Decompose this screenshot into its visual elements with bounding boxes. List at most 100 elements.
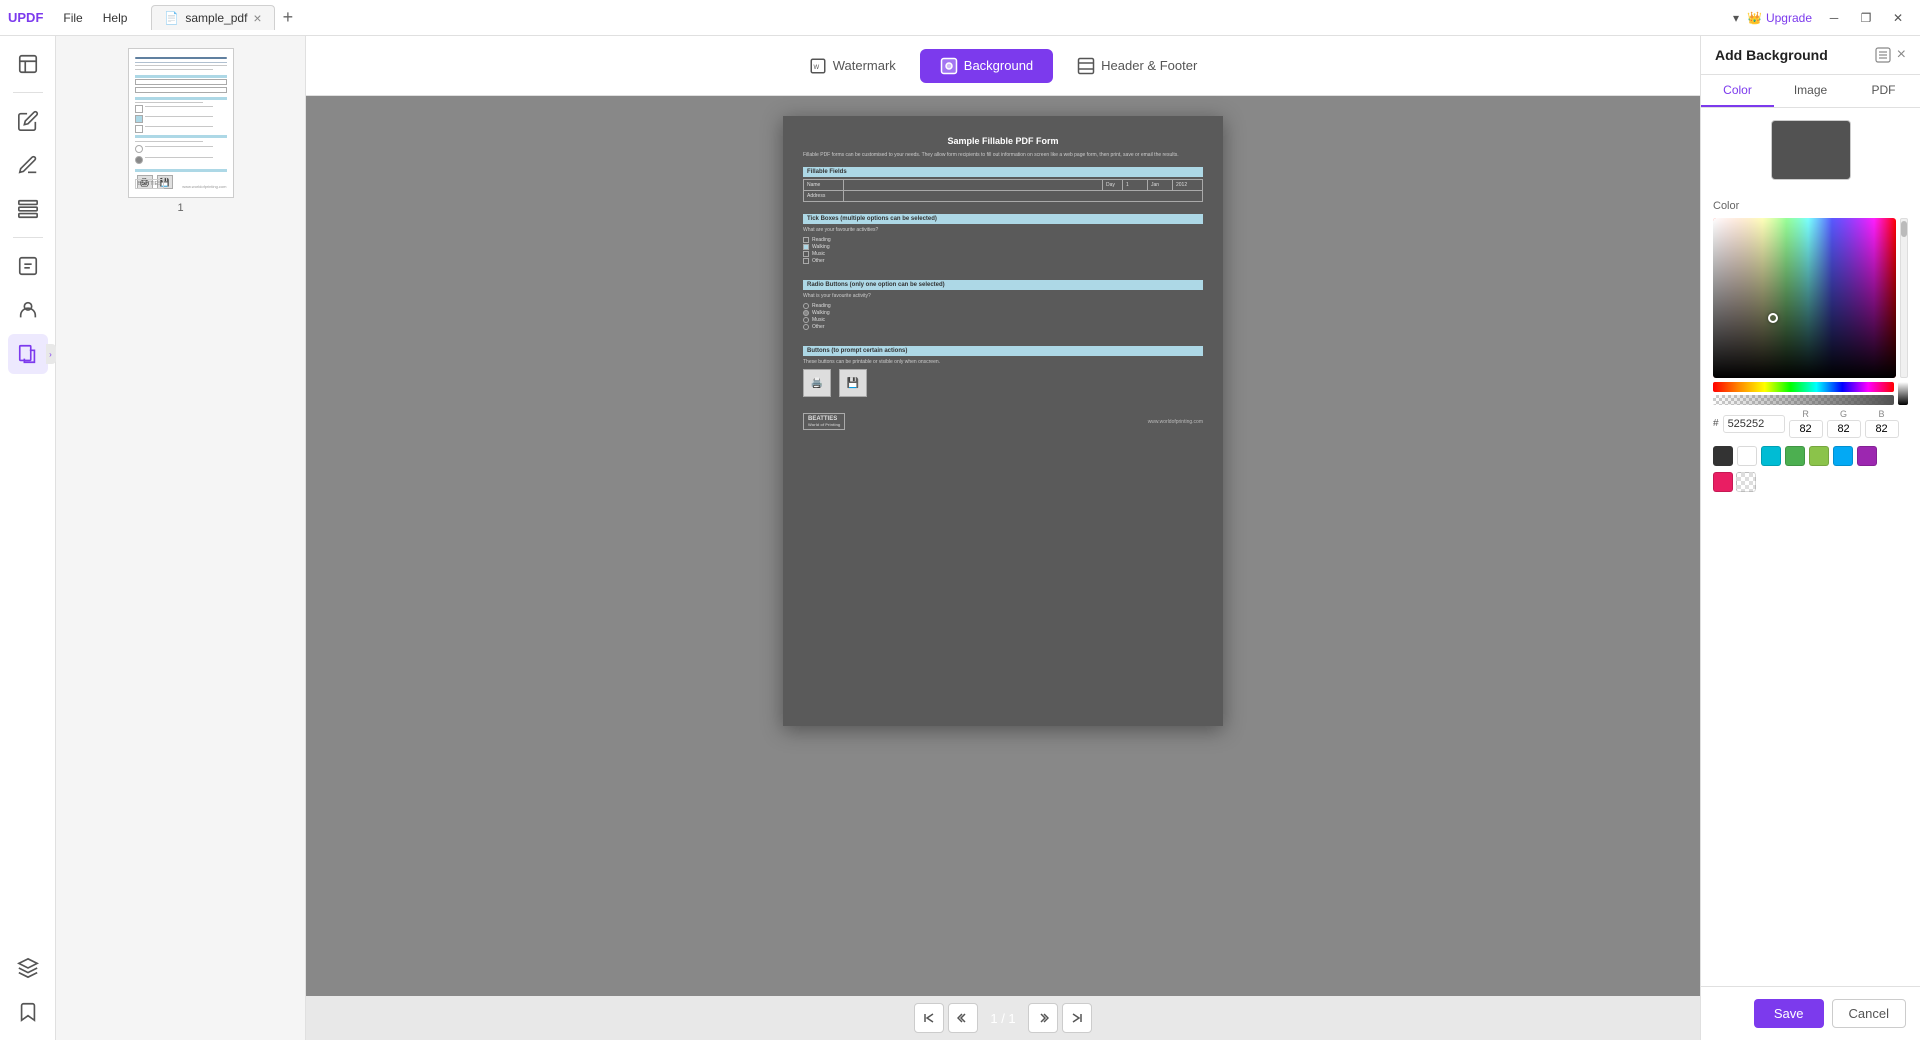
list-item: Walking [803,310,1203,316]
swatch-green[interactable] [1785,446,1805,466]
sidebar-icon-form[interactable] [8,246,48,286]
list-item: Other [803,258,1203,264]
new-tab-btn[interactable]: + [275,7,302,28]
tab-header-footer[interactable]: Header & Footer [1057,49,1217,83]
maximize-btn[interactable]: ❐ [1852,7,1880,29]
prev-fast-icon [957,1012,969,1024]
g-channel: G [1827,409,1861,438]
alpha-strip[interactable] [1713,395,1894,405]
swatch-purple[interactable] [1857,446,1877,466]
r-input[interactable] [1789,420,1823,438]
close-btn[interactable]: ✕ [1884,7,1912,29]
pdf-tick-question: What are your favourite activities? [803,227,1203,233]
panel-title: Add Background [1715,47,1828,63]
swatch-white[interactable] [1737,446,1757,466]
swatch-row-2 [1713,472,1908,492]
swatch-cyan[interactable] [1761,446,1781,466]
sidebar-icon-layers[interactable] [8,948,48,988]
menu-bar: File Help [55,9,135,27]
pdf-page: Sample Fillable PDF Form Fillable PDF fo… [783,116,1223,726]
thumbnail-page-number: 1 [177,202,183,214]
bw-strip[interactable] [1898,382,1908,405]
document-tab[interactable]: 📄 sample_pdf × [151,5,274,30]
next-fast-btn[interactable] [1028,1003,1058,1033]
radio-walking [803,310,809,316]
minimize-btn[interactable]: ─ [1820,7,1848,29]
radio-music [803,317,809,323]
sidebar-icon-annotate[interactable] [8,145,48,185]
upgrade-button[interactable]: 👑 Upgrade [1747,11,1812,25]
titlebar: UPDF File Help 📄 sample_pdf × + ▾ 👑 Upgr… [0,0,1920,36]
sidebar-icon-convert[interactable]: › [8,334,48,374]
sidebar-icon-edit[interactable] [8,101,48,141]
upgrade-icon: 👑 [1747,11,1762,25]
page-info: 1 / 1 [982,1011,1023,1026]
menu-help[interactable]: Help [95,9,136,27]
pdf-btn-group: 🖨️ 💾 [803,369,1203,397]
sidebar-icon-bookmark[interactable] [8,992,48,1032]
tab-watermark[interactable]: W Watermark [789,49,916,83]
sidebar-icon-stamp[interactable] [8,290,48,330]
sidebar-icon-pageview[interactable] [8,44,48,84]
right-panel: Add Background × Color Image PDF Color [1700,36,1920,1040]
tab-image[interactable]: Image [1774,75,1847,107]
list-item: Music [803,317,1203,323]
tab-background[interactable]: Background [920,49,1053,83]
pdf-check-list: Reading Walking Music Other [803,237,1203,264]
radio-other [803,324,809,330]
pdf-content: Sample Fillable PDF Form Fillable PDF fo… [803,136,1203,430]
pdf-logo: BEATTIES World of Printing [803,413,845,430]
titlebar-right: ▾ 👑 Upgrade ─ ❐ ✕ [1733,7,1912,29]
pdf-title: Sample Fillable PDF Form [803,136,1203,146]
swatch-lightgreen[interactable] [1809,446,1829,466]
pdf-print-btn: 🖨️ [803,369,831,397]
save-button[interactable]: Save [1754,999,1824,1028]
svg-text:W: W [813,65,819,71]
pdf-section-fillable: Fillable Fields [803,167,1203,177]
picker-cursor [1768,313,1778,323]
checkbox-music [803,251,809,257]
first-page-btn[interactable] [914,1003,944,1033]
thumbnail-panel: 🖨 💾 BEATTIES www.worldofprinting.com 1 [56,36,306,1040]
tab-pdf[interactable]: PDF [1847,75,1920,107]
panel-close-btn[interactable]: × [1897,46,1906,64]
swatch-dark[interactable] [1713,446,1733,466]
pagination-bar: 1 / 1 [306,996,1700,1040]
list-item: Other [803,324,1203,330]
swatch-row [1713,446,1908,466]
cancel-button[interactable]: Cancel [1832,999,1906,1028]
tab-color[interactable]: Color [1701,75,1774,107]
last-page-btn[interactable] [1062,1003,1092,1033]
sidebar-icon-organize[interactable] [8,189,48,229]
r-label: R [1802,409,1809,419]
watermark-icon: W [809,57,827,75]
list-item: Walking [803,244,1203,250]
hex-input[interactable] [1723,415,1785,433]
pdf-url: www.worldofprinting.com [1148,419,1203,425]
g-input[interactable] [1827,420,1861,438]
swatch-pink[interactable] [1713,472,1733,492]
thumbnail-img-1: 🖨 💾 BEATTIES www.worldofprinting.com [128,48,234,198]
swatch-blue[interactable] [1833,446,1853,466]
pdf-intro: Fillable PDF forms can be customised to … [803,152,1203,159]
top-toolbar: W Watermark Background Header & Footer [306,36,1700,96]
color-gradient-picker[interactable] [1713,218,1896,378]
pdf-section-radio: Radio Buttons (only one option can be se… [803,280,1203,290]
prev-fast-btn[interactable] [948,1003,978,1033]
list-item: Reading [803,237,1203,243]
picker-scrollbar [1900,218,1908,378]
tab-close-btn[interactable]: × [253,10,261,26]
color-label: Color [1713,200,1908,212]
menu-file[interactable]: File [55,9,90,27]
tab-background-label: Background [964,58,1033,73]
hue-strip[interactable] [1713,382,1894,392]
right-panel-header: Add Background × [1701,36,1920,75]
dropdown-arrow-btn[interactable]: ▾ [1733,11,1739,25]
tab-watermark-label: Watermark [833,58,896,73]
tab-header-footer-label: Header & Footer [1101,58,1197,73]
pdf-buttons-desc: These buttons can be printable or visibl… [803,359,1203,365]
b-input[interactable] [1865,420,1899,438]
swatch-transparent[interactable] [1736,472,1756,492]
gradient-row [1713,218,1908,378]
thumbnail-page-1[interactable]: 🖨 💾 BEATTIES www.worldofprinting.com 1 [128,48,234,214]
